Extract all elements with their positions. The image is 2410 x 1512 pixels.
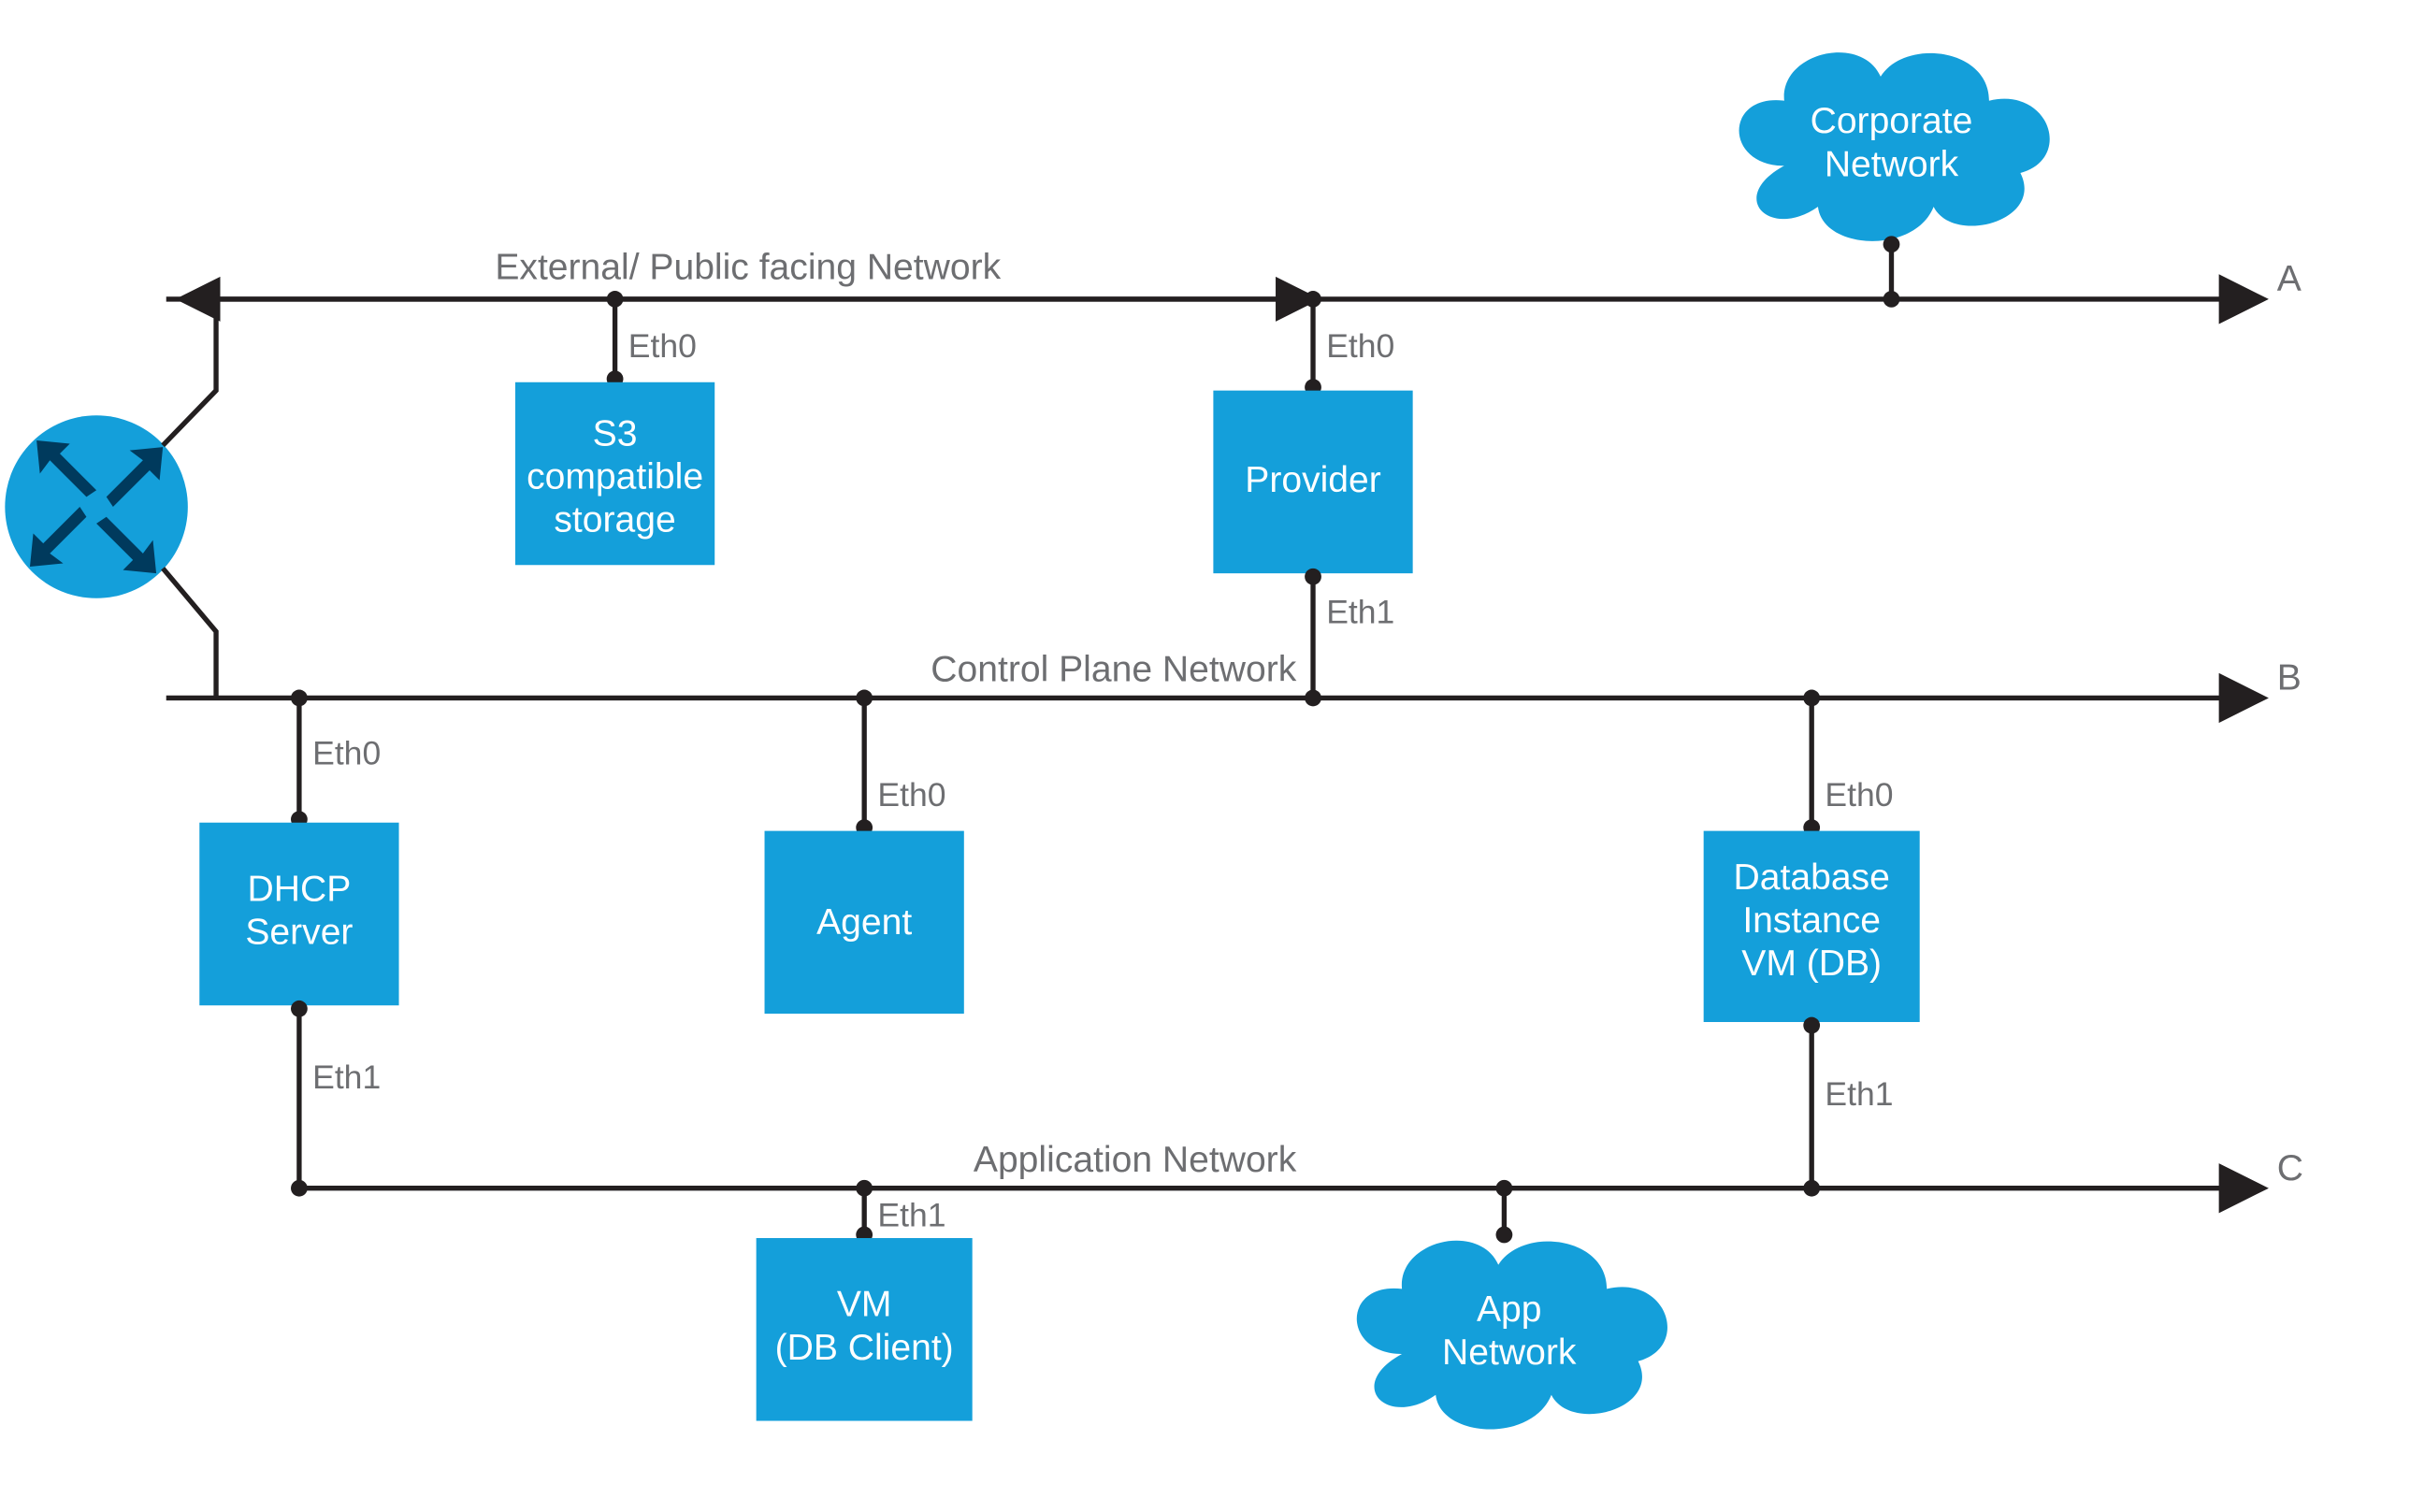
network-diagram: External/ Public facing Network A Contro… [0, 0, 2410, 1512]
provider-eth0: Eth0 [1326, 327, 1394, 365]
dhcp-eth0: Eth0 [312, 735, 381, 772]
svg-text:storage: storage [554, 500, 675, 540]
dhcp-eth1: Eth1 [312, 1058, 381, 1096]
bus-b-label: Control Plane Network [931, 650, 1296, 690]
node-agent: Eth0 Agent [765, 690, 964, 1015]
svg-text:DHCP: DHCP [248, 869, 352, 909]
svg-text:compatible: compatible [527, 457, 703, 497]
bus-b-end: B [2277, 658, 2302, 698]
bus-a: External/ Public facing Network A [166, 248, 2302, 299]
router-icon [5, 415, 187, 598]
node-dhcp: Eth0 DHCP Server Eth1 [199, 690, 398, 1197]
bus-c: Application Network C [299, 1140, 2303, 1188]
svg-text:Database: Database [1734, 857, 1890, 898]
svg-text:Network: Network [1442, 1332, 1577, 1373]
svg-text:VM (DB): VM (DB) [1741, 943, 1882, 984]
db-eth1: Eth1 [1825, 1075, 1893, 1113]
svg-text:Server: Server [245, 912, 353, 952]
node-s3: Eth0 S3 compatible storage [515, 291, 714, 565]
cloud-corporate: Corporate Network [1739, 52, 2050, 241]
node-provider: Eth0 Provider Eth1 [1213, 291, 1412, 706]
bus-a-label: External/ Public facing Network [495, 248, 1001, 288]
svg-text:VM: VM [837, 1285, 892, 1325]
vmclient-eth1: Eth1 [877, 1197, 945, 1234]
svg-text:Provider: Provider [1245, 460, 1381, 500]
provider-eth1: Eth1 [1326, 593, 1394, 630]
bus-a-end: A [2277, 259, 2302, 299]
svg-text:App: App [1477, 1289, 1542, 1330]
svg-text:Corporate: Corporate [1811, 101, 1973, 141]
node-vmclient: Eth1 VM (DB Client) [757, 1180, 973, 1421]
db-eth0: Eth0 [1825, 776, 1893, 814]
svg-text:Network: Network [1825, 144, 1959, 184]
svg-text:S3: S3 [593, 413, 638, 454]
node-db: Eth0 Database Instance VM (DB) Eth1 [1704, 690, 1920, 1197]
svg-text:Instance: Instance [1742, 900, 1881, 941]
bus-c-end: C [2277, 1148, 2303, 1188]
svg-text:Agent: Agent [816, 902, 912, 943]
s3-eth0: Eth0 [628, 327, 697, 365]
bus-c-label: Application Network [974, 1140, 1297, 1180]
bus-b: Control Plane Network B [166, 650, 2302, 698]
svg-text:(DB Client): (DB Client) [775, 1328, 954, 1368]
cloud-app: App Network [1357, 1180, 1667, 1430]
agent-eth0: Eth0 [877, 776, 945, 814]
